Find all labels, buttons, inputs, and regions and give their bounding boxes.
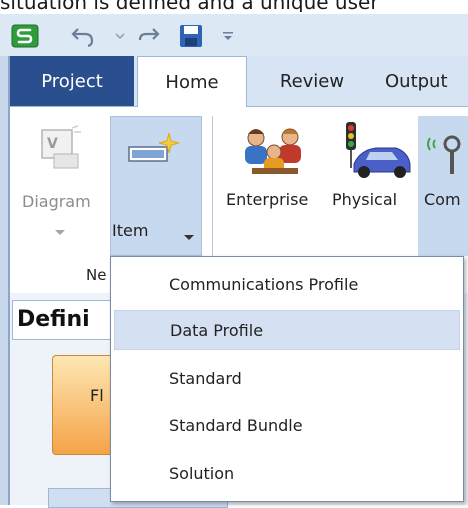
new-item-icon bbox=[125, 129, 181, 181]
menu-item-standard-bundle[interactable]: Standard Bundle bbox=[111, 405, 463, 445]
flowchart-node-label: Fl bbox=[90, 386, 104, 405]
s-logo-icon[interactable] bbox=[10, 24, 40, 48]
item-dropdown-menu: Communications Profile Data Profile Stan… bbox=[110, 256, 464, 502]
antenna-icon bbox=[426, 130, 466, 180]
item-label: Item bbox=[112, 221, 149, 240]
diagram-dropdown-arrow-icon bbox=[54, 222, 66, 241]
menu-item-standard[interactable]: Standard bbox=[111, 358, 463, 398]
physical-label: Physical bbox=[332, 190, 398, 209]
tab-output[interactable]: Output bbox=[385, 56, 468, 106]
enterprise-label: Enterprise bbox=[226, 190, 309, 209]
enterprise-people-icon bbox=[242, 124, 308, 182]
save-icon[interactable] bbox=[178, 24, 204, 48]
undo-dropdown-arrow-icon[interactable] bbox=[110, 24, 130, 48]
physical-car-icon bbox=[340, 120, 412, 186]
ribbon-group-label: Ne bbox=[86, 266, 107, 284]
menu-item-communications-profile[interactable]: Communications Profile bbox=[111, 264, 463, 304]
document-text-fragment: situation is defined and a unique user bbox=[0, 0, 379, 12]
com-label: Com bbox=[424, 190, 461, 209]
enterprise-button[interactable]: Enterprise bbox=[222, 116, 330, 256]
menu-item-label: Communications Profile bbox=[169, 274, 359, 294]
tab-review[interactable]: Review bbox=[262, 56, 362, 106]
tab-project[interactable]: Project bbox=[10, 56, 134, 106]
item-button[interactable]: Item bbox=[110, 116, 202, 256]
tab-home[interactable]: Home bbox=[137, 56, 247, 107]
menu-item-label: Standard Bundle bbox=[169, 415, 303, 435]
menu-item-solution[interactable]: Solution bbox=[111, 453, 463, 493]
item-dropdown-arrow-icon bbox=[183, 227, 195, 246]
svg-text:V: V bbox=[47, 136, 58, 152]
menu-item-label: Data Profile bbox=[170, 320, 264, 340]
diagram-label: Diagram bbox=[22, 192, 91, 211]
diagram-icon: V bbox=[34, 124, 84, 178]
menu-item-data-profile[interactable]: Data Profile bbox=[114, 310, 460, 350]
undo-icon[interactable] bbox=[68, 24, 98, 48]
ribbon-group-separator bbox=[212, 116, 213, 256]
communications-button[interactable]: Com bbox=[418, 116, 468, 256]
diagram-button[interactable]: V Diagram bbox=[14, 118, 106, 258]
physical-button[interactable]: Physical bbox=[332, 116, 418, 256]
customize-icon[interactable] bbox=[216, 24, 240, 48]
menu-item-label: Standard bbox=[169, 368, 242, 388]
redo-icon[interactable] bbox=[136, 24, 162, 48]
menu-item-label: Solution bbox=[169, 463, 235, 483]
